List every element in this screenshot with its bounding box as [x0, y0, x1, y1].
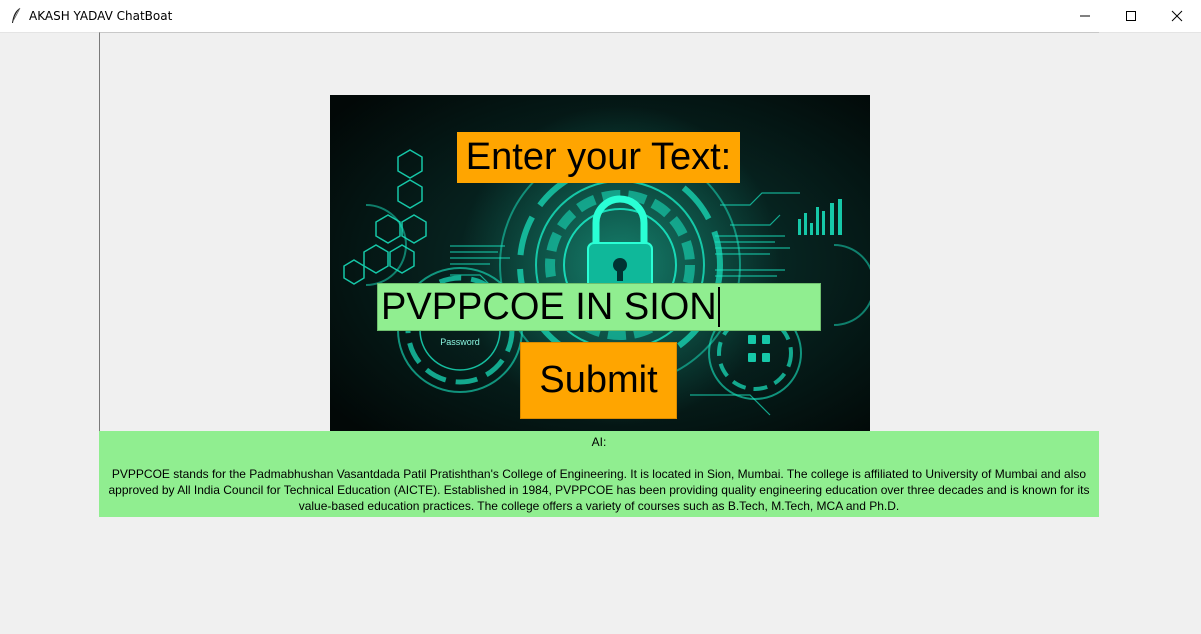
- maximize-icon: [1126, 11, 1136, 21]
- window-title: AKASH YADAV ChatBoat: [29, 9, 173, 23]
- password-caption: Password: [440, 337, 480, 347]
- response-text: PVPPCOE stands for the Padmabhushan Vasa…: [108, 467, 1090, 513]
- close-button[interactable]: [1154, 0, 1200, 32]
- minimize-button[interactable]: [1062, 0, 1108, 32]
- minimize-icon: [1080, 15, 1090, 17]
- submit-button[interactable]: Submit: [520, 342, 677, 419]
- text-input-value: PVPPCOE IN SION: [381, 286, 717, 328]
- text-input[interactable]: PVPPCOE IN SION: [377, 283, 821, 331]
- prompt-label: Enter your Text:: [457, 132, 740, 183]
- title-bar: AKASH YADAV ChatBoat: [0, 0, 1201, 33]
- response-panel: AI: PVPPCOE stands for the Padmabhushan …: [99, 431, 1099, 517]
- maximize-button[interactable]: [1108, 0, 1154, 32]
- text-caret: [717, 286, 720, 327]
- response-label: AI:: [591, 435, 607, 449]
- response-spacer: [101, 450, 1097, 466]
- feather-icon: [12, 7, 21, 23]
- close-icon: [1171, 10, 1183, 22]
